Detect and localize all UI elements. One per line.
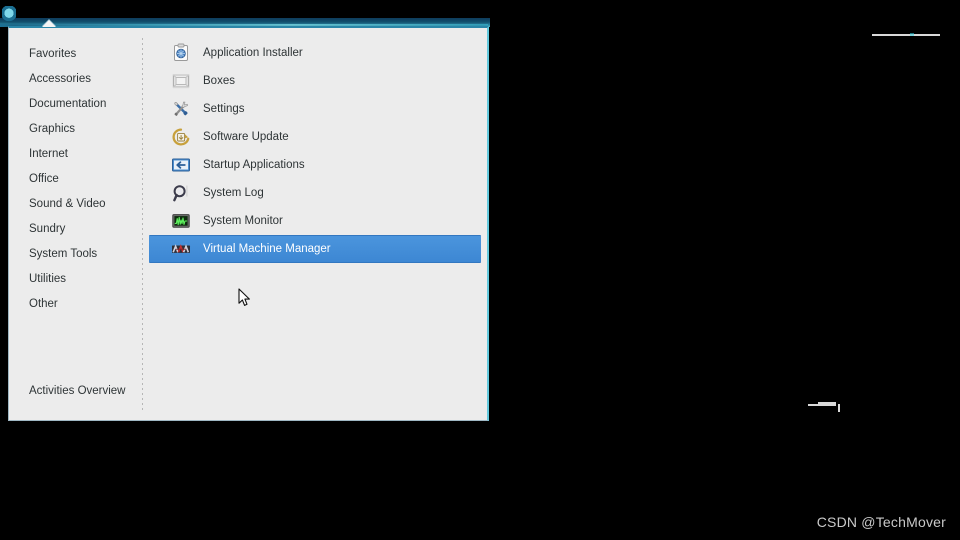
category-label: Sound & Video [29, 198, 106, 210]
sidebar-item-documentation[interactable]: Documentation [9, 92, 143, 117]
sidebar-item-internet[interactable]: Internet [9, 142, 143, 167]
menu-item-label: Boxes [203, 75, 235, 87]
category-label: Sundry [29, 223, 66, 235]
system-log-icon [171, 183, 191, 203]
boxes-icon [171, 71, 191, 91]
category-label: Accessories [29, 73, 91, 85]
menu-item-label: Application Installer [203, 47, 303, 59]
category-label: Internet [29, 148, 68, 160]
category-label: Office [29, 173, 59, 185]
sidebar-item-office[interactable]: Office [9, 167, 143, 192]
sidebar-item-graphics[interactable]: Graphics [9, 117, 143, 142]
startup-applications-icon [171, 155, 191, 175]
menu-item-label: Startup Applications [203, 159, 305, 171]
activities-overview-label: Activities Overview [29, 385, 126, 397]
menu-item-startup-applications[interactable]: Startup Applications [149, 151, 481, 179]
category-label: Documentation [29, 98, 107, 110]
menu-item-system-monitor[interactable]: System Monitor [149, 207, 481, 235]
menu-item-label: Settings [203, 103, 245, 115]
desktop-artifact-top-tick [910, 33, 914, 36]
menu-item-system-log[interactable]: System Log [149, 179, 481, 207]
menu-item-boxes[interactable]: Boxes [149, 67, 481, 95]
menu-item-label: Software Update [203, 131, 289, 143]
pane-divider [142, 38, 143, 413]
desktop-artifact-tick [838, 404, 840, 412]
category-label: Utilities [29, 273, 67, 285]
application-list: Application Installer Boxes Settings Sof… [143, 28, 487, 420]
menu-item-virtual-machine-manager[interactable]: Virtual Machine Manager [149, 235, 481, 263]
menu-pointer-arrow [42, 20, 56, 27]
sidebar-item-system-tools[interactable]: System Tools [9, 242, 143, 267]
sidebar-item-other[interactable]: Other [9, 292, 143, 317]
sidebar-item-favorites[interactable]: Favorites [9, 42, 143, 67]
panel-menu-icon[interactable] [2, 6, 16, 22]
category-label: System Tools [29, 248, 98, 260]
menu-item-label: System Monitor [203, 215, 283, 227]
applications-menu-popup: Favorites Accessories Documentation Grap… [8, 26, 489, 421]
menu-item-software-update[interactable]: Software Update [149, 123, 481, 151]
menu-item-label: System Log [203, 187, 264, 199]
category-label: Graphics [29, 123, 76, 135]
desktop-screen: Favorites Accessories Documentation Grap… [0, 0, 960, 540]
sidebar-item-utilities[interactable]: Utilities [9, 267, 143, 292]
menu-item-label: Virtual Machine Manager [203, 243, 331, 255]
activities-overview-button[interactable]: Activities Overview [9, 379, 143, 404]
software-update-icon [171, 127, 191, 147]
watermark: CSDN @TechMover [816, 514, 946, 530]
desktop-artifact-mid-2 [818, 402, 836, 404]
virtual-machine-manager-icon [171, 239, 191, 259]
category-spacer [9, 317, 143, 379]
category-list: Favorites Accessories Documentation Grap… [9, 42, 143, 317]
menu-item-application-installer[interactable]: Application Installer [149, 39, 481, 67]
category-pane: Favorites Accessories Documentation Grap… [9, 28, 143, 420]
sidebar-item-sundry[interactable]: Sundry [9, 217, 143, 242]
category-label: Other [29, 298, 58, 310]
desktop-artifact-top [872, 34, 940, 36]
category-label: Favorites [29, 48, 77, 60]
sidebar-item-sound-video[interactable]: Sound & Video [9, 192, 143, 217]
menu-item-settings[interactable]: Settings [149, 95, 481, 123]
system-monitor-icon [171, 211, 191, 231]
settings-icon [171, 99, 191, 119]
sidebar-item-accessories[interactable]: Accessories [9, 67, 143, 92]
desktop-artifact-mid [808, 404, 836, 406]
application-installer-icon [171, 43, 191, 63]
